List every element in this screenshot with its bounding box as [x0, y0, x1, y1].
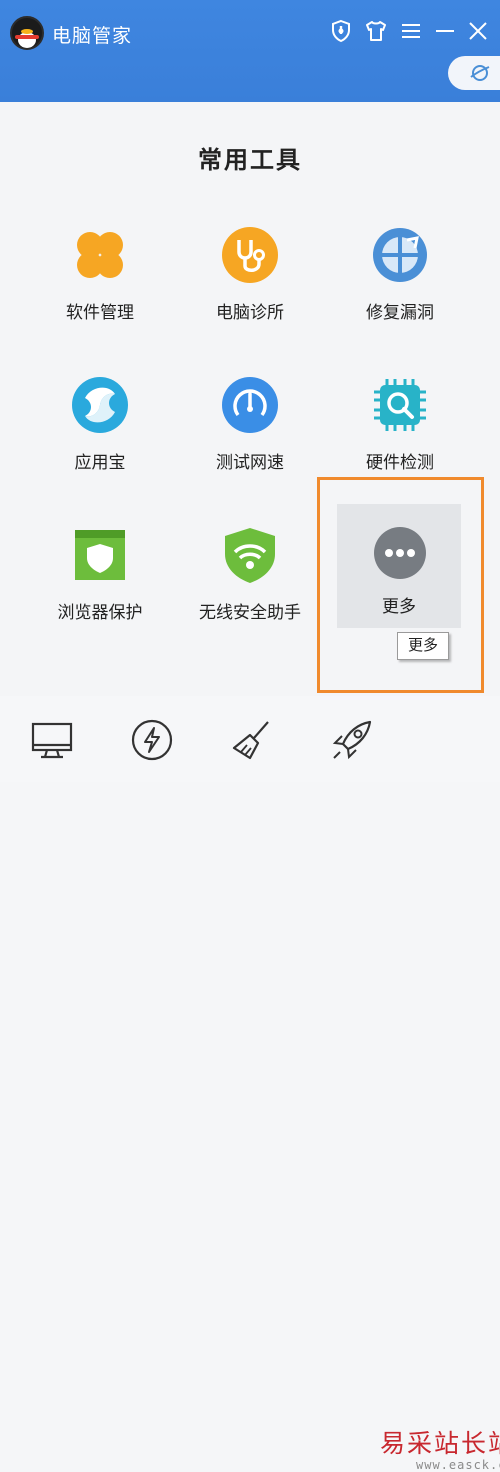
shirt-icon[interactable]	[364, 19, 388, 43]
app-title: 电脑管家	[52, 26, 133, 47]
tool-app-store[interactable]: 应用宝	[25, 376, 175, 502]
tool-label: 硬件检测	[366, 453, 434, 472]
lightning-icon[interactable]	[130, 718, 174, 762]
broom-icon[interactable]	[230, 718, 274, 762]
title-bar: 电脑管家	[0, 0, 500, 102]
tool-browser-protection[interactable]: 浏览器保护	[25, 526, 175, 652]
tool-label: 测试网速	[216, 453, 284, 472]
watermark-logo: 易采站长站	[380, 1429, 500, 1458]
watermark-url: www.easck.com	[416, 1458, 500, 1472]
rocket-icon[interactable]	[330, 718, 374, 762]
tool-label: 电脑诊所	[216, 303, 284, 322]
more-tooltip: 更多	[397, 632, 449, 660]
tool-pc-clinic[interactable]: 电脑诊所	[175, 226, 325, 352]
tool-wifi-security[interactable]: 无线安全助手	[175, 526, 325, 652]
wifi-shield-icon	[221, 526, 279, 584]
qq-logo-icon	[10, 16, 44, 50]
shield-icon[interactable]	[329, 19, 353, 43]
menu-icon[interactable]	[399, 19, 423, 43]
appstore-icon	[71, 376, 129, 434]
tool-label: 更多	[382, 597, 416, 616]
stethoscope-icon	[221, 226, 279, 284]
bottom-nav: 易采站长站 www.easck.com	[0, 696, 500, 1472]
planet-icon	[470, 65, 490, 81]
monitor-icon[interactable]	[30, 718, 74, 762]
tool-label: 软件管理	[66, 303, 134, 322]
tool-more[interactable]: 更多	[337, 504, 461, 628]
more-dots-icon	[373, 526, 427, 580]
browser-shield-icon	[71, 526, 129, 584]
tool-label: 应用宝	[74, 453, 126, 472]
tools-panel: 常用工具 软件管理 电脑诊所 修复漏洞 应用宝 测试网速 硬件检测 浏览器保护 …	[0, 102, 500, 696]
tool-label: 修复漏洞	[366, 303, 434, 322]
speed-gauge-icon	[221, 376, 279, 434]
close-icon[interactable]	[466, 19, 490, 43]
skin-button[interactable]	[448, 56, 500, 90]
tool-label: 浏览器保护	[57, 603, 143, 622]
tool-software-manager[interactable]: 软件管理	[25, 226, 175, 352]
repair-globe-icon	[371, 226, 429, 284]
tool-hardware-check[interactable]: 硬件检测	[325, 376, 475, 502]
tool-label: 无线安全助手	[199, 603, 301, 622]
tool-speed-test[interactable]: 测试网速	[175, 376, 325, 502]
section-title: 常用工具	[198, 147, 302, 174]
minimize-icon[interactable]	[433, 19, 457, 43]
chip-search-icon	[371, 376, 429, 434]
tool-repair-vulnerability[interactable]: 修复漏洞	[325, 226, 475, 352]
clover-icon	[71, 226, 129, 284]
